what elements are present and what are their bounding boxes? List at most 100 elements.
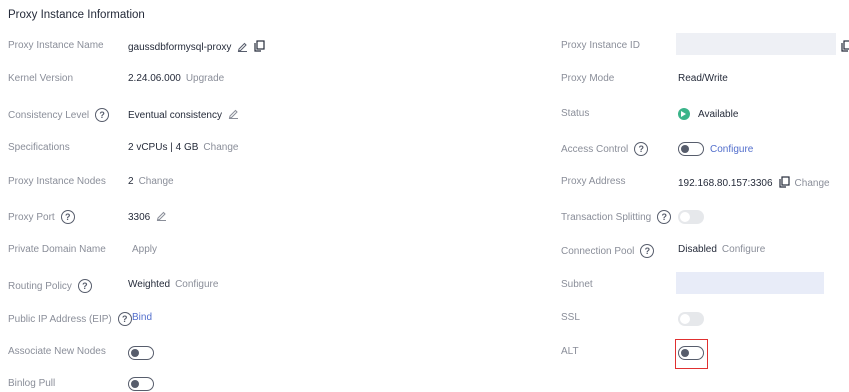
proxy-mode-label-text: Proxy Mode xyxy=(561,73,615,84)
kernel-version-value: 2.24.06.000 Upgrade xyxy=(128,73,224,84)
proxy-instance-name-label: Proxy Instance Name xyxy=(8,40,104,51)
proxy-instance-nodes-label: Proxy Instance Nodes xyxy=(8,176,106,187)
ssl-label-text: SSL xyxy=(561,312,580,323)
upgrade-link[interactable]: Upgrade xyxy=(186,73,224,84)
status-label: Status xyxy=(561,108,589,119)
subnet-value xyxy=(676,272,824,294)
ssl-label: SSL xyxy=(561,312,580,323)
private-domain-name-value: Apply xyxy=(132,244,157,255)
edit-icon[interactable] xyxy=(237,41,248,55)
associate-new-nodes-toggle[interactable] xyxy=(128,346,154,360)
proxy-address-label-text: Proxy Address xyxy=(561,176,626,187)
consistency-level-value: Eventual consistency xyxy=(128,108,239,122)
kernel-version-label: Kernel Version xyxy=(8,73,73,84)
transaction-splitting-value xyxy=(678,210,704,224)
configure-access-control-link[interactable]: Configure xyxy=(710,144,753,155)
connection-pool-label: Connection Pool? xyxy=(561,244,655,258)
proxy-instance-nodes-text: 2 xyxy=(128,176,134,187)
access-control-label-text: Access Control xyxy=(561,143,629,155)
routing-policy-value: Weighted Configure xyxy=(128,279,218,290)
associate-new-nodes-label: Associate New Nodes xyxy=(8,346,106,357)
consistency-level-text: Eventual consistency xyxy=(128,109,222,121)
binlog-pull-label-text: Binlog Pull xyxy=(8,378,56,389)
proxy-address-value: 192.168.80.157:3306 Change xyxy=(678,176,830,191)
access-control-toggle[interactable] xyxy=(678,142,704,156)
routing-policy-text: Weighted xyxy=(128,279,171,290)
proxy-mode-value: Read/Write xyxy=(678,73,728,84)
connection-pool-value: Disabled Configure xyxy=(678,244,765,255)
public-ip-label: Public IP Address (EIP)? xyxy=(8,312,132,326)
change-specifications-link[interactable]: Change xyxy=(203,142,238,153)
section-title: Proxy Instance Information xyxy=(8,9,145,21)
connection-pool-text: Disabled xyxy=(678,244,717,255)
alt-label: ALT xyxy=(561,346,579,357)
specifications-text: 2 vCPUs | 4 GB xyxy=(128,142,199,153)
configure-connection-pool-link[interactable]: Configure xyxy=(722,244,765,255)
binlog-pull-label: Binlog Pull xyxy=(8,378,55,389)
associate-new-nodes-label-text: Associate New Nodes xyxy=(8,346,106,357)
alt-label-text: ALT xyxy=(561,346,579,357)
copy-icon[interactable] xyxy=(254,40,265,55)
copy-icon[interactable] xyxy=(841,40,849,55)
bind-eip-link[interactable]: Bind xyxy=(132,312,152,323)
associate-new-nodes-value xyxy=(128,346,154,360)
help-icon[interactable]: ? xyxy=(657,210,672,224)
proxy-mode-text: Read/Write xyxy=(678,73,728,84)
access-control-label: Access Control? xyxy=(561,142,649,156)
public-ip-label-text: Public IP Address (EIP) xyxy=(8,313,112,325)
apply-link[interactable]: Apply xyxy=(132,244,157,255)
kernel-version-label-text: Kernel Version xyxy=(8,73,74,84)
status-text: Available xyxy=(698,108,739,120)
status-value: Available xyxy=(678,108,738,120)
configure-routing-link[interactable]: Configure xyxy=(175,279,218,290)
transaction-splitting-label-text: Transaction Splitting xyxy=(561,211,652,223)
help-icon[interactable]: ? xyxy=(95,108,110,122)
proxy-port-label: Proxy Port? xyxy=(8,210,75,224)
proxy-instance-name-label-text: Proxy Instance Name xyxy=(8,40,104,51)
consistency-level-label: Consistency Level? xyxy=(8,108,110,122)
help-icon[interactable]: ? xyxy=(60,210,75,224)
public-ip-value: Bind xyxy=(132,312,152,323)
connection-pool-label-text: Connection Pool xyxy=(561,245,635,257)
change-address-link[interactable]: Change xyxy=(795,178,830,189)
proxy-instance-name-text: gaussdbformysql-proxy xyxy=(128,42,232,53)
subnet-label-text: Subnet xyxy=(561,279,593,290)
proxy-port-label-text: Proxy Port xyxy=(8,211,55,223)
copy-icon[interactable] xyxy=(778,176,790,191)
binlog-pull-toggle[interactable] xyxy=(128,377,154,391)
change-nodes-link[interactable]: Change xyxy=(139,176,174,187)
specifications-label: Specifications xyxy=(8,142,70,153)
ssl-value xyxy=(678,312,704,326)
proxy-instance-nodes-label-text: Proxy Instance Nodes xyxy=(8,176,106,187)
proxy-instance-nodes-value: 2 Change xyxy=(128,176,174,187)
help-icon[interactable]: ? xyxy=(117,312,132,326)
binlog-pull-value xyxy=(128,377,154,391)
access-control-value: Configure xyxy=(678,142,753,156)
proxy-address-text: 192.168.80.157:3306 xyxy=(678,178,773,189)
transaction-splitting-toggle[interactable] xyxy=(678,210,704,224)
proxy-instance-id-label: Proxy Instance ID xyxy=(561,40,640,51)
kernel-version-text: 2.24.06.000 xyxy=(128,73,181,84)
specifications-label-text: Specifications xyxy=(8,142,70,153)
edit-icon[interactable] xyxy=(156,210,167,224)
routing-policy-label-text: Routing Policy xyxy=(8,280,72,292)
edit-icon[interactable] xyxy=(228,108,239,122)
available-status-icon xyxy=(678,108,690,120)
proxy-instance-id-label-text: Proxy Instance ID xyxy=(561,40,640,51)
subnet-label: Subnet xyxy=(561,279,593,290)
private-domain-name-label-text: Private Domain Name xyxy=(8,244,106,255)
consistency-level-label-text: Consistency Level xyxy=(8,109,90,121)
transaction-splitting-label: Transaction Splitting? xyxy=(561,210,672,224)
proxy-address-label: Proxy Address xyxy=(561,176,625,187)
proxy-instance-id-value xyxy=(676,33,836,55)
ssl-toggle[interactable] xyxy=(678,312,704,326)
status-label-text: Status xyxy=(561,108,590,119)
proxy-mode-label: Proxy Mode xyxy=(561,73,614,84)
alt-highlight-box xyxy=(675,339,708,369)
specifications-value: 2 vCPUs | 4 GB Change xyxy=(128,142,238,153)
proxy-port-value: 3306 xyxy=(128,210,167,224)
help-icon[interactable]: ? xyxy=(634,142,649,156)
help-icon[interactable]: ? xyxy=(77,279,92,293)
proxy-instance-name-value: gaussdbformysql-proxy xyxy=(128,40,265,55)
help-icon[interactable]: ? xyxy=(640,244,655,258)
